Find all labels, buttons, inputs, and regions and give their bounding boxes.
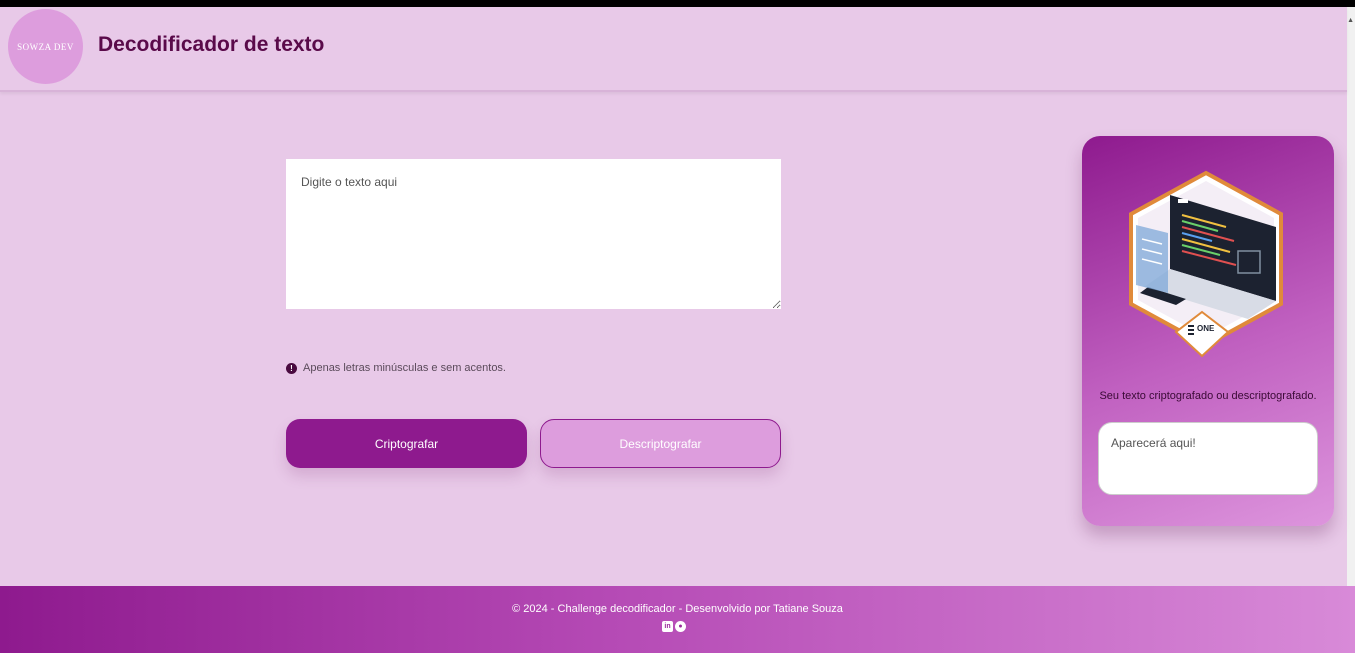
linkedin-icon[interactable]: in <box>662 621 673 632</box>
scrollbar[interactable]: ▲ <box>1347 7 1355 586</box>
panel-caption: Seu texto criptografado ou descriptograf… <box>1099 390 1317 402</box>
output-placeholder: Aparecerá aqui! <box>1111 436 1196 450</box>
scroll-up-icon[interactable]: ▲ <box>1347 17 1354 24</box>
browser-top-bar <box>0 0 1355 7</box>
input-hint: ! Apenas letras minúsculas e sem acentos… <box>286 362 506 374</box>
footer-social-links: in ● <box>662 621 686 632</box>
exclamation-circle-icon: ! <box>286 362 297 374</box>
one-badge-text: ONE <box>1197 324 1215 333</box>
page-header: SOWZA DEV Decodificador de texto <box>0 7 1347 92</box>
encrypt-button[interactable]: Criptografar <box>286 419 527 468</box>
text-input[interactable] <box>286 159 781 309</box>
github-icon[interactable]: ● <box>675 621 686 632</box>
page-footer: © 2024 - Challenge decodificador - Desen… <box>0 586 1355 653</box>
hint-text: Apenas letras minúsculas e sem acentos. <box>303 362 506 374</box>
logo-text: SOWZA DEV <box>17 41 74 52</box>
output-panel: ONE Seu texto criptografado ou descripto… <box>1082 136 1334 526</box>
footer-text: © 2024 - Challenge decodificador - Desen… <box>512 603 843 615</box>
page-title: Decodificador de texto <box>98 33 325 56</box>
logo[interactable]: SOWZA DEV <box>8 9 83 84</box>
decrypt-button[interactable]: Descriptografar <box>540 419 781 468</box>
output-field[interactable]: Aparecerá aqui! <box>1098 422 1318 495</box>
laptop-illustration: ONE <box>1129 170 1283 358</box>
